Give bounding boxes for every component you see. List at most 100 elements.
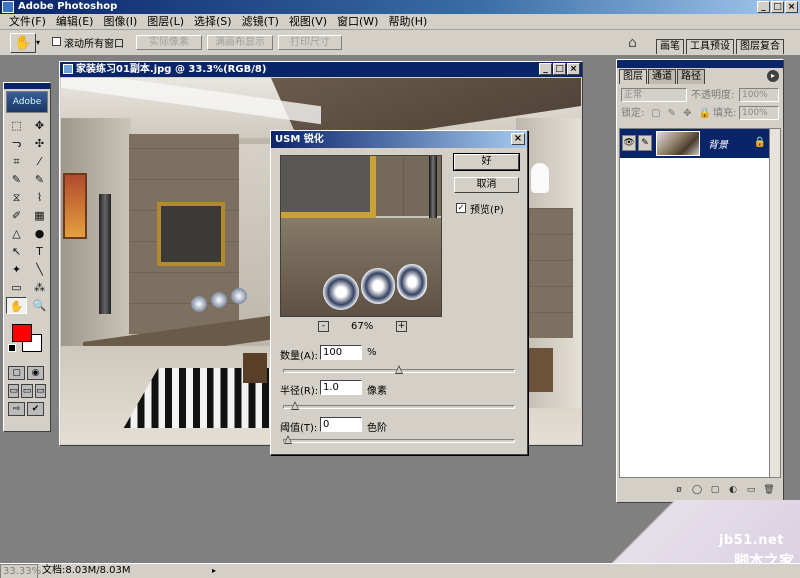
new-group-icon[interactable]: ▢ bbox=[709, 484, 721, 496]
menu-window[interactable]: 窗口(W) bbox=[332, 14, 383, 30]
hand-tool-preset-icon[interactable]: ✋ bbox=[10, 33, 36, 53]
threshold-slider-thumb[interactable] bbox=[284, 435, 292, 445]
layer-mask-icon[interactable]: ◯ bbox=[691, 484, 703, 496]
document-maximize-button[interactable]: □ bbox=[553, 63, 566, 75]
minimize-button[interactable]: _ bbox=[757, 1, 770, 13]
eraser-tool-icon[interactable]: ✐ bbox=[6, 207, 27, 224]
trash-icon[interactable]: 🗑 bbox=[763, 484, 775, 496]
gradient-tool-icon[interactable]: ▦ bbox=[29, 207, 50, 224]
brush-icon[interactable]: ✎ bbox=[638, 135, 652, 151]
lasso-tool-icon[interactable]: ᓓ bbox=[6, 135, 27, 152]
palette-well-icon: ⌂ bbox=[628, 35, 637, 51]
slice-tool-icon[interactable]: ⁄ bbox=[29, 153, 50, 170]
check-icon[interactable]: ✔ bbox=[27, 402, 44, 416]
toolbox-drag-bar[interactable] bbox=[4, 83, 50, 89]
menu-select[interactable]: 选择(S) bbox=[189, 14, 237, 30]
palette-tab-layer-comps[interactable]: 图层复合 bbox=[736, 39, 784, 54]
fit-screen-button[interactable]: 满画布显示 bbox=[207, 35, 273, 50]
move-tool-icon[interactable]: ✥ bbox=[29, 117, 50, 134]
actual-pixels-button[interactable]: 实际像素 bbox=[136, 35, 202, 50]
quick-mask-mode-icon[interactable]: ◉ bbox=[27, 366, 44, 380]
standard-mode-icon[interactable]: ▢ bbox=[8, 366, 25, 380]
crop-tool-icon[interactable]: ⌗ bbox=[6, 153, 27, 170]
layer-row-background[interactable]: 👁 ✎ 背景 🔒 bbox=[620, 129, 770, 158]
zoom-in-button[interactable]: + bbox=[396, 321, 407, 332]
tab-layers[interactable]: 图层 bbox=[619, 69, 647, 84]
adjustment-layer-icon[interactable]: ◐ bbox=[727, 484, 739, 496]
line-tool-icon[interactable]: ╲ bbox=[29, 261, 50, 278]
tab-paths[interactable]: 路径 bbox=[677, 69, 705, 84]
zoom-out-button[interactable]: - bbox=[318, 321, 329, 332]
usm-dialog-title-bar[interactable]: USM 锐化 × bbox=[271, 131, 527, 148]
amount-input[interactable]: 100 bbox=[320, 345, 362, 360]
maximize-button[interactable]: □ bbox=[771, 1, 784, 13]
menu-image[interactable]: 图像(I) bbox=[98, 14, 142, 30]
history-brush-tool-icon[interactable]: ⌇ bbox=[29, 189, 50, 206]
palette-menu-icon[interactable]: ▸ bbox=[767, 70, 779, 82]
type-tool-icon[interactable]: T bbox=[29, 243, 50, 260]
path-selection-tool-icon[interactable]: ↖ bbox=[6, 243, 27, 260]
radius-unit: 像素 bbox=[367, 386, 387, 397]
palette-tab-tool-presets[interactable]: 工具预设 bbox=[686, 39, 734, 54]
clone-stamp-tool-icon[interactable]: ⧖ bbox=[6, 189, 27, 206]
document-icon bbox=[63, 64, 73, 74]
menu-help[interactable]: 帮助(H) bbox=[383, 14, 432, 30]
radius-slider[interactable] bbox=[283, 401, 515, 410]
full-screen-menu-mode-icon[interactable]: ▭ bbox=[21, 384, 33, 398]
threshold-input[interactable]: 0 bbox=[320, 417, 362, 432]
print-size-button[interactable]: 打印尺寸 bbox=[278, 35, 342, 50]
standard-screen-mode-icon[interactable]: ▭ bbox=[8, 384, 20, 398]
amount-slider[interactable] bbox=[283, 365, 515, 374]
ok-button[interactable]: 好 bbox=[454, 154, 519, 170]
menu-layer[interactable]: 图层(L) bbox=[142, 14, 189, 30]
opacity-field[interactable]: 100% bbox=[739, 88, 779, 102]
tool-preset-dropdown-arrow[interactable]: ▾ bbox=[36, 33, 44, 53]
amount-slider-thumb[interactable] bbox=[395, 365, 403, 375]
usm-preview-image[interactable] bbox=[280, 155, 442, 317]
jump-to-imageready-icon[interactable]: ⇨ bbox=[8, 402, 25, 416]
menu-edit[interactable]: 编辑(E) bbox=[51, 14, 99, 30]
cancel-button[interactable]: 取消 bbox=[454, 177, 519, 193]
scroll-all-windows-checkbox[interactable] bbox=[52, 37, 61, 46]
full-screen-mode-icon[interactable]: ▭ bbox=[34, 384, 46, 398]
brush-tool-icon[interactable]: ✎ bbox=[29, 171, 50, 188]
blend-mode-select[interactable]: 正常 bbox=[621, 88, 687, 102]
hand-tool-icon[interactable]: ✋ bbox=[6, 297, 27, 314]
palette-tab-brushes[interactable]: 画笔 bbox=[656, 39, 684, 54]
document-title-bar[interactable]: 家装练习01副本.jpg @ 33.3%(RGB/8) _ □ × bbox=[60, 62, 582, 77]
threshold-slider[interactable] bbox=[283, 435, 515, 444]
status-menu-arrow-icon[interactable]: ▸ bbox=[212, 566, 222, 576]
healing-brush-tool-icon[interactable]: ✎ bbox=[6, 171, 27, 188]
radius-input[interactable]: 1.0 bbox=[320, 380, 362, 395]
layers-scrollbar[interactable] bbox=[769, 129, 780, 477]
dodge-tool-icon[interactable]: ● bbox=[29, 225, 50, 242]
eye-icon[interactable]: 👁 bbox=[622, 135, 636, 151]
close-button[interactable]: × bbox=[785, 1, 798, 13]
screen-mode-row: ▭ ▭ ▭ bbox=[4, 382, 50, 400]
tab-channels[interactable]: 通道 bbox=[648, 69, 676, 84]
foreground-color-swatch[interactable] bbox=[12, 324, 32, 342]
menu-file[interactable]: 文件(F) bbox=[4, 14, 51, 30]
notes-tool-icon[interactable]: ▭ bbox=[6, 279, 27, 296]
pen-tool-icon[interactable]: ✦ bbox=[6, 261, 27, 278]
menu-filter[interactable]: 滤镜(T) bbox=[237, 14, 284, 30]
document-close-button[interactable]: × bbox=[567, 63, 580, 75]
eyedropper-tool-icon[interactable]: ⁂ bbox=[29, 279, 50, 296]
layer-style-icon[interactable]: ø bbox=[673, 484, 685, 496]
marquee-tool-icon[interactable]: ⬚ bbox=[6, 117, 27, 134]
default-colors-icon[interactable] bbox=[8, 344, 16, 352]
new-layer-icon[interactable]: ▭ bbox=[745, 484, 757, 496]
layers-palette-drag-bar[interactable] bbox=[617, 60, 783, 68]
lock-options-icons[interactable]: ▢ ✎ ✥ 🔒 bbox=[651, 106, 713, 121]
magic-wand-tool-icon[interactable]: ✣ bbox=[29, 135, 50, 152]
radius-slider-thumb[interactable] bbox=[291, 401, 299, 411]
preview-checkbox[interactable]: ✓ bbox=[456, 203, 466, 213]
toolbox-logo[interactable]: Adobe bbox=[6, 91, 48, 113]
zoom-tool-icon[interactable]: 🔍 bbox=[29, 297, 50, 314]
menu-view[interactable]: 视图(V) bbox=[284, 14, 332, 30]
usm-close-button[interactable]: × bbox=[511, 133, 525, 145]
status-zoom-field[interactable]: 33.33% bbox=[0, 564, 41, 578]
fill-field[interactable]: 100% bbox=[739, 106, 779, 120]
document-minimize-button[interactable]: _ bbox=[539, 63, 552, 75]
blur-tool-icon[interactable]: △ bbox=[6, 225, 27, 242]
